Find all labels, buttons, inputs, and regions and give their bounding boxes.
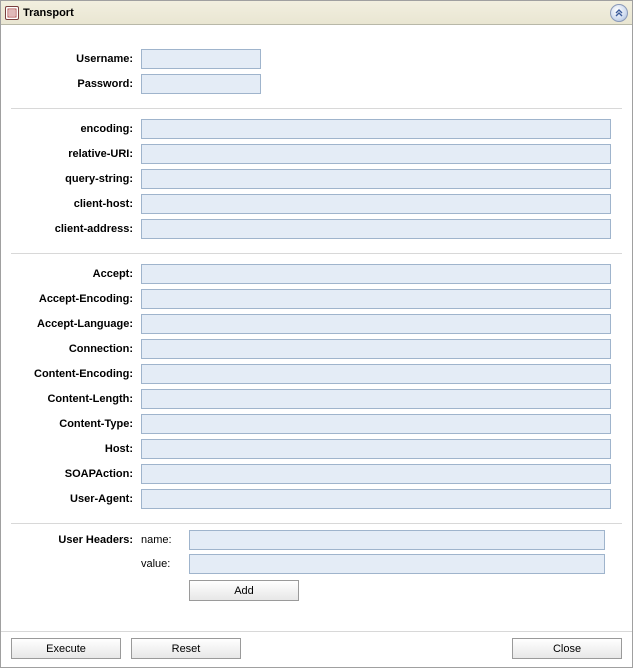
reset-button[interactable]: Reset	[131, 638, 241, 659]
content-type-label: Content-Type:	[11, 418, 141, 430]
auth-section: Username: Password:	[11, 39, 622, 108]
content-encoding-input[interactable]	[141, 364, 611, 384]
accept-label: Accept:	[11, 268, 141, 280]
query-string-label: query-string:	[11, 173, 141, 185]
soapaction-label: SOAPAction:	[11, 468, 141, 480]
host-label: Host:	[11, 443, 141, 455]
content-type-input[interactable]	[141, 414, 611, 434]
user-header-name-label: name:	[141, 534, 189, 546]
http-headers-section: Accept: Accept-Encoding: Accept-Language…	[11, 254, 622, 523]
user-header-name-input[interactable]	[189, 530, 605, 550]
accept-language-input[interactable]	[141, 314, 611, 334]
relative-uri-label: relative-URI:	[11, 148, 141, 160]
client-host-input[interactable]	[141, 194, 611, 214]
user-agent-input[interactable]	[141, 489, 611, 509]
client-host-label: client-host:	[11, 198, 141, 210]
client-address-label: client-address:	[11, 223, 141, 235]
user-headers-label: User Headers:	[11, 530, 141, 546]
encoding-label: encoding:	[11, 123, 141, 135]
connection-input[interactable]	[141, 339, 611, 359]
execute-button[interactable]: Execute	[11, 638, 121, 659]
soapaction-input[interactable]	[141, 464, 611, 484]
password-label: Password:	[11, 78, 141, 90]
footer-spacer	[251, 638, 502, 659]
user-agent-label: User-Agent:	[11, 493, 141, 505]
query-string-input[interactable]	[141, 169, 611, 189]
host-input[interactable]	[141, 439, 611, 459]
accept-input[interactable]	[141, 264, 611, 284]
user-headers-section: User Headers: name: value: Add	[11, 524, 622, 611]
transport-panel: Transport Username: Password: encoding: …	[0, 0, 633, 668]
content-length-input[interactable]	[141, 389, 611, 409]
content-encoding-label: Content-Encoding:	[11, 368, 141, 380]
relative-uri-input[interactable]	[141, 144, 611, 164]
encoding-input[interactable]	[141, 119, 611, 139]
panel-body: Username: Password: encoding: relative-U…	[1, 25, 632, 611]
connection-label: Connection:	[11, 343, 141, 355]
username-input[interactable]	[141, 49, 261, 69]
user-header-value-input[interactable]	[189, 554, 605, 574]
collapse-button[interactable]	[610, 4, 628, 22]
password-input[interactable]	[141, 74, 261, 94]
content-length-label: Content-Length:	[11, 393, 141, 405]
panel-header: Transport	[1, 1, 632, 25]
username-label: Username:	[11, 53, 141, 65]
accept-encoding-label: Accept-Encoding:	[11, 293, 141, 305]
client-address-input[interactable]	[141, 219, 611, 239]
transport-icon	[5, 6, 19, 20]
accept-encoding-input[interactable]	[141, 289, 611, 309]
user-header-value-label: value:	[141, 558, 189, 570]
footer-bar: Execute Reset Close	[1, 631, 632, 667]
panel-title: Transport	[23, 7, 74, 19]
transport-section: encoding: relative-URI: query-string: cl…	[11, 109, 622, 253]
add-button[interactable]: Add	[189, 580, 299, 601]
close-button[interactable]: Close	[512, 638, 622, 659]
accept-language-label: Accept-Language:	[11, 318, 141, 330]
